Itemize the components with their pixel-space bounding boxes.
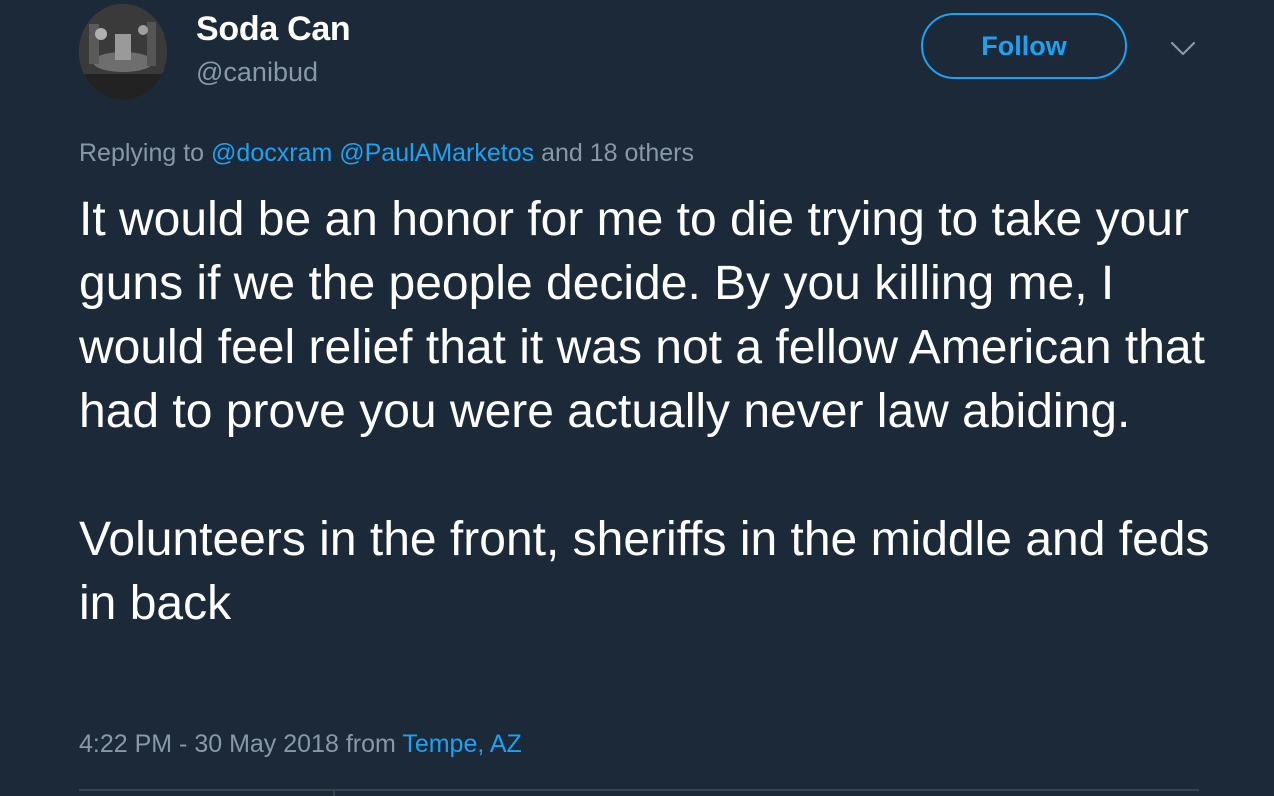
replying-suffix[interactable]: and 18 others: [541, 139, 694, 167]
tweet-page: Soda Can @canibud Follow Replying to @do…: [0, 0, 1274, 796]
divider-tick: [333, 789, 335, 796]
tweet-paragraph: It would be an honor for me to die tryin…: [79, 193, 1205, 438]
tweet-paragraph: Volunteers in the front, sheriffs in the…: [79, 513, 1210, 630]
timestamp[interactable]: 4:22 PM - 30 May 2018: [79, 730, 339, 758]
replying-prefix: Replying to: [79, 139, 205, 167]
follow-button[interactable]: Follow: [921, 13, 1127, 79]
avatar[interactable]: [79, 4, 167, 100]
tweet-text: It would be an honor for me to die tryin…: [79, 188, 1249, 636]
tweet-meta: 4:22 PM - 30 May 2018 from Tempe, AZ: [79, 730, 522, 759]
user-handle[interactable]: @canibud: [196, 57, 318, 88]
chevron-down-icon: [1170, 41, 1196, 56]
more-options-button[interactable]: [1170, 40, 1196, 58]
mention-link[interactable]: @docxram: [211, 139, 332, 167]
location-link[interactable]: Tempe, AZ: [402, 730, 522, 758]
from-label: from: [345, 730, 396, 758]
divider: [79, 789, 1199, 791]
replying-to-line: Replying to @docxram @PaulAMarketos and …: [79, 139, 694, 168]
mention-link[interactable]: @PaulAMarketos: [339, 139, 534, 167]
display-name[interactable]: Soda Can: [196, 10, 351, 49]
avatar-photo-icon: [79, 4, 167, 100]
